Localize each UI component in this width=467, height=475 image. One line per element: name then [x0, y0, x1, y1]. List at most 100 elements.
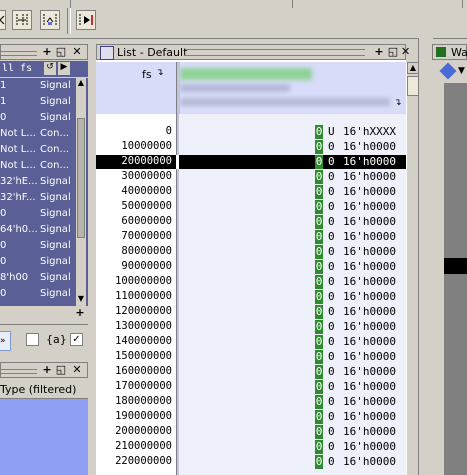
value-cell[interactable]: 16'h0000 [343, 395, 396, 408]
signals-scrollbar[interactable]: ▲ ▼ [76, 78, 86, 306]
value-cell[interactable]: 16'h0000 [343, 245, 396, 258]
bit-cell[interactable]: 0 [315, 170, 323, 184]
bit-cell[interactable]: 0 [328, 200, 335, 213]
bit-cell[interactable]: 0 [315, 200, 323, 214]
time-cell[interactable]: 50000000 [96, 200, 172, 212]
zoom-full-icon[interactable] [0, 10, 6, 30]
bit-cell[interactable]: 0 [315, 320, 323, 334]
bit-cell[interactable]: 0 [328, 155, 335, 168]
value-cell[interactable]: 16'h0000 [343, 320, 396, 333]
time-cell[interactable]: 210000000 [96, 440, 172, 452]
bit-cell[interactable]: 0 [315, 260, 323, 274]
scroll-up-icon[interactable]: ▲ [76, 78, 86, 90]
bit-cell[interactable]: 0 [315, 275, 323, 289]
filter-icon[interactable]: ↺ [44, 62, 56, 75]
value-cell[interactable]: 16'h0000 [343, 335, 396, 348]
value-cell[interactable]: 16'h0000 [343, 140, 396, 153]
chevron-right-icon[interactable]: ▶ [58, 62, 70, 75]
bit-cell[interactable]: 0 [315, 185, 323, 199]
sort-arrow-icon[interactable]: ↴ [156, 68, 164, 78]
signal-row[interactable]: 8'h00 Signal [0, 270, 88, 286]
signal-row[interactable]: Not L... Con... [0, 126, 88, 142]
expand-icon[interactable]: » [0, 331, 11, 351]
add-icon[interactable]: + [41, 364, 53, 376]
value-cell[interactable]: 16'h0000 [343, 200, 396, 213]
time-cell[interactable]: 120000000 [96, 305, 172, 317]
value-cell[interactable]: 16'h0000 [343, 365, 396, 378]
value-cell[interactable]: 16'h0000 [343, 410, 396, 423]
zoom-in-icon[interactable] [12, 10, 32, 30]
signal-row[interactable]: 0 Signal [0, 286, 88, 302]
bit-cell[interactable]: 0 [315, 380, 323, 394]
signal-row[interactable]: 1 Signal [0, 94, 88, 110]
bit-cell[interactable]: 0 [328, 320, 335, 333]
time-cell[interactable]: 40000000 [96, 185, 172, 197]
objects-panel-titlebar[interactable]: + ◱ ✕ [0, 362, 88, 378]
time-cell[interactable]: 60000000 [96, 215, 172, 227]
bit-cell[interactable]: 0 [315, 290, 323, 304]
bit-cell[interactable]: 0 [315, 245, 323, 259]
bit-cell[interactable]: U [328, 125, 335, 138]
bit-cell[interactable]: 0 [315, 155, 323, 169]
value-cell[interactable]: 16'h0000 [343, 155, 396, 168]
time-cell[interactable]: 160000000 [96, 365, 172, 377]
bit-cell[interactable]: 0 [328, 170, 335, 183]
time-cell[interactable]: 140000000 [96, 335, 172, 347]
signal-row[interactable]: 32'hE... Signal [0, 174, 88, 190]
value-cell[interactable]: 16'h0000 [343, 380, 396, 393]
checkbox-filter[interactable] [26, 333, 39, 346]
bit-cell[interactable]: 0 [328, 365, 335, 378]
undock-icon[interactable]: ◱ [55, 46, 67, 58]
value-cell[interactable]: 16'h0000 [343, 185, 396, 198]
bit-cell[interactable]: 0 [315, 335, 323, 349]
add-icon[interactable]: + [373, 46, 385, 58]
value-cell[interactable]: 16'h0000 [343, 350, 396, 363]
bit-cell[interactable]: 0 [315, 425, 323, 439]
bit-cell[interactable]: 0 [328, 230, 335, 243]
bit-cell[interactable]: 0 [315, 440, 323, 454]
time-cell[interactable]: 190000000 [96, 410, 172, 422]
signal-row[interactable]: 0 Signal [0, 206, 88, 222]
diamond-icon[interactable] [439, 62, 457, 80]
value-cell[interactable]: 16'h0000 [343, 215, 396, 228]
chevron-down-icon[interactable]: ▼ [458, 66, 465, 76]
time-cell[interactable]: 90000000 [96, 260, 172, 272]
value-cell[interactable]: 16'hXXXX [343, 125, 396, 138]
bit-cell[interactable]: 0 [315, 410, 323, 424]
time-cell[interactable]: 150000000 [96, 350, 172, 362]
wave-pane-titlebar[interactable]: Wa [432, 44, 467, 60]
bit-cell[interactable]: 0 [328, 410, 335, 423]
undock-icon[interactable]: ◱ [387, 46, 399, 58]
signal-row[interactable]: Not L... Con... [0, 158, 88, 174]
add-icon[interactable]: + [41, 46, 53, 58]
time-cell[interactable]: 80000000 [96, 245, 172, 257]
value-cell[interactable]: 16'h0000 [343, 290, 396, 303]
time-cell[interactable]: 130000000 [96, 320, 172, 332]
bit-cell[interactable]: 0 [315, 365, 323, 379]
sort-arrow-icon[interactable]: ↴ [394, 98, 402, 108]
bit-cell[interactable]: 0 [328, 350, 335, 363]
time-cell[interactable]: 220000000 [96, 455, 172, 467]
bit-cell[interactable]: 0 [328, 140, 335, 153]
signal-row[interactable]: 0 Signal [0, 254, 88, 270]
bit-cell[interactable]: 0 [328, 380, 335, 393]
bit-cell[interactable]: 0 [328, 335, 335, 348]
undock-icon[interactable]: ◱ [55, 364, 67, 376]
zoom-cursor-icon[interactable] [40, 10, 60, 30]
bit-cell[interactable]: 0 [328, 245, 335, 258]
bit-cell[interactable]: 0 [315, 140, 323, 154]
signals-panel-titlebar[interactable]: + ◱ ✕ [0, 44, 88, 60]
close-icon[interactable]: ✕ [71, 46, 83, 58]
bit-cell[interactable]: 0 [328, 395, 335, 408]
signal-row[interactable]: 0 Signal [0, 238, 88, 254]
bit-cell[interactable]: 0 [328, 215, 335, 228]
signal-row[interactable]: Not L... Con... [0, 142, 88, 158]
value-cell[interactable]: 16'h0000 [343, 305, 396, 318]
signal-row[interactable]: 64'h0... Signal [0, 222, 88, 238]
objects-column-header[interactable]: Type (filtered) [0, 380, 88, 399]
scroll-down-icon[interactable]: ▼ [76, 294, 86, 306]
bit-cell[interactable]: 0 [328, 290, 335, 303]
time-cell[interactable]: 200000000 [96, 425, 172, 437]
bit-cell[interactable]: 0 [315, 215, 323, 229]
time-cell[interactable]: 170000000 [96, 380, 172, 392]
